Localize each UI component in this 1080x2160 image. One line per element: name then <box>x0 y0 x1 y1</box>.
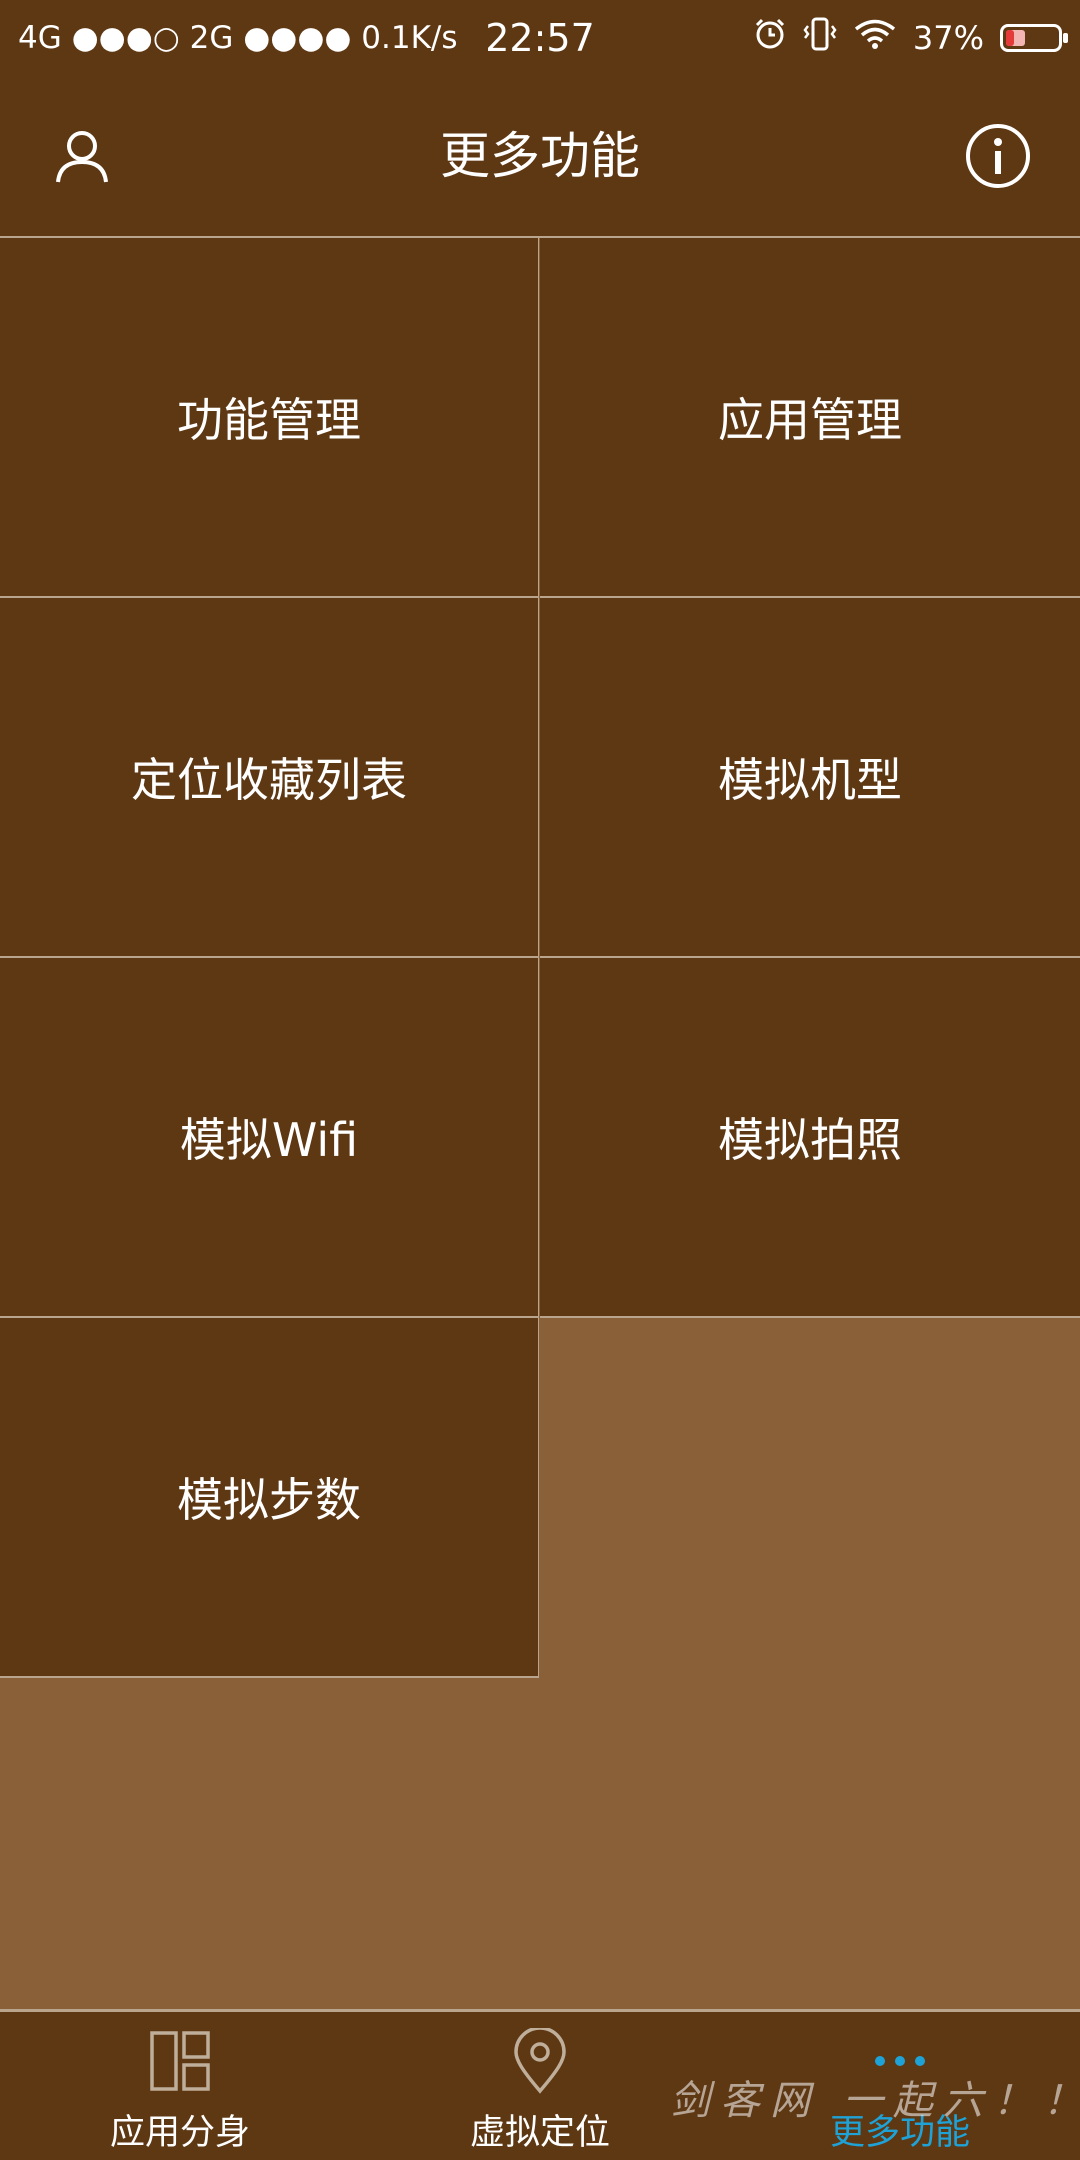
tile-simulate-photo[interactable]: 模拟拍照 <box>540 958 1080 1318</box>
battery-icon <box>1000 24 1068 52</box>
tile-simulate-steps[interactable]: 模拟步数 <box>0 1318 539 1678</box>
app-clone-icon <box>0 2026 360 2096</box>
wifi-icon <box>853 18 897 58</box>
tile-simulate-wifi[interactable]: 模拟Wifi <box>0 958 539 1318</box>
nav-item-virtual-location[interactable]: 虚拟定位 <box>360 2012 720 2160</box>
alarm-icon <box>753 17 787 59</box>
watermark: 剑客网 一起六！！ <box>670 2078 1080 2124</box>
tile-feature-management[interactable]: 功能管理 <box>0 238 539 598</box>
tile-app-management[interactable]: 应用管理 <box>540 238 1080 598</box>
nav-label-virtual-location: 虚拟定位 <box>469 2113 610 2153</box>
app-header: 更多功能 <box>0 76 1080 238</box>
location-pin-icon <box>360 2026 720 2096</box>
battery-cap <box>1063 33 1068 43</box>
info-icon[interactable] <box>958 116 1038 196</box>
battery-percent: 37% <box>912 19 984 57</box>
status-icons: 37% <box>753 0 1068 76</box>
tile-location-favorites[interactable]: 定位收藏列表 <box>0 598 539 958</box>
status-bar: 4G ●●●○ 2G ●●●● 0.1K/s 22:57 37% <box>0 0 1080 76</box>
battery-low-marker <box>1006 30 1014 46</box>
nav-label-app-clone: 应用分身 <box>109 2113 250 2153</box>
vibrate-icon <box>803 16 837 60</box>
page-title: 更多功能 <box>440 127 640 185</box>
tile-simulate-device-model[interactable]: 模拟机型 <box>540 598 1080 958</box>
nav-item-app-clone[interactable]: 应用分身 <box>0 2012 360 2160</box>
